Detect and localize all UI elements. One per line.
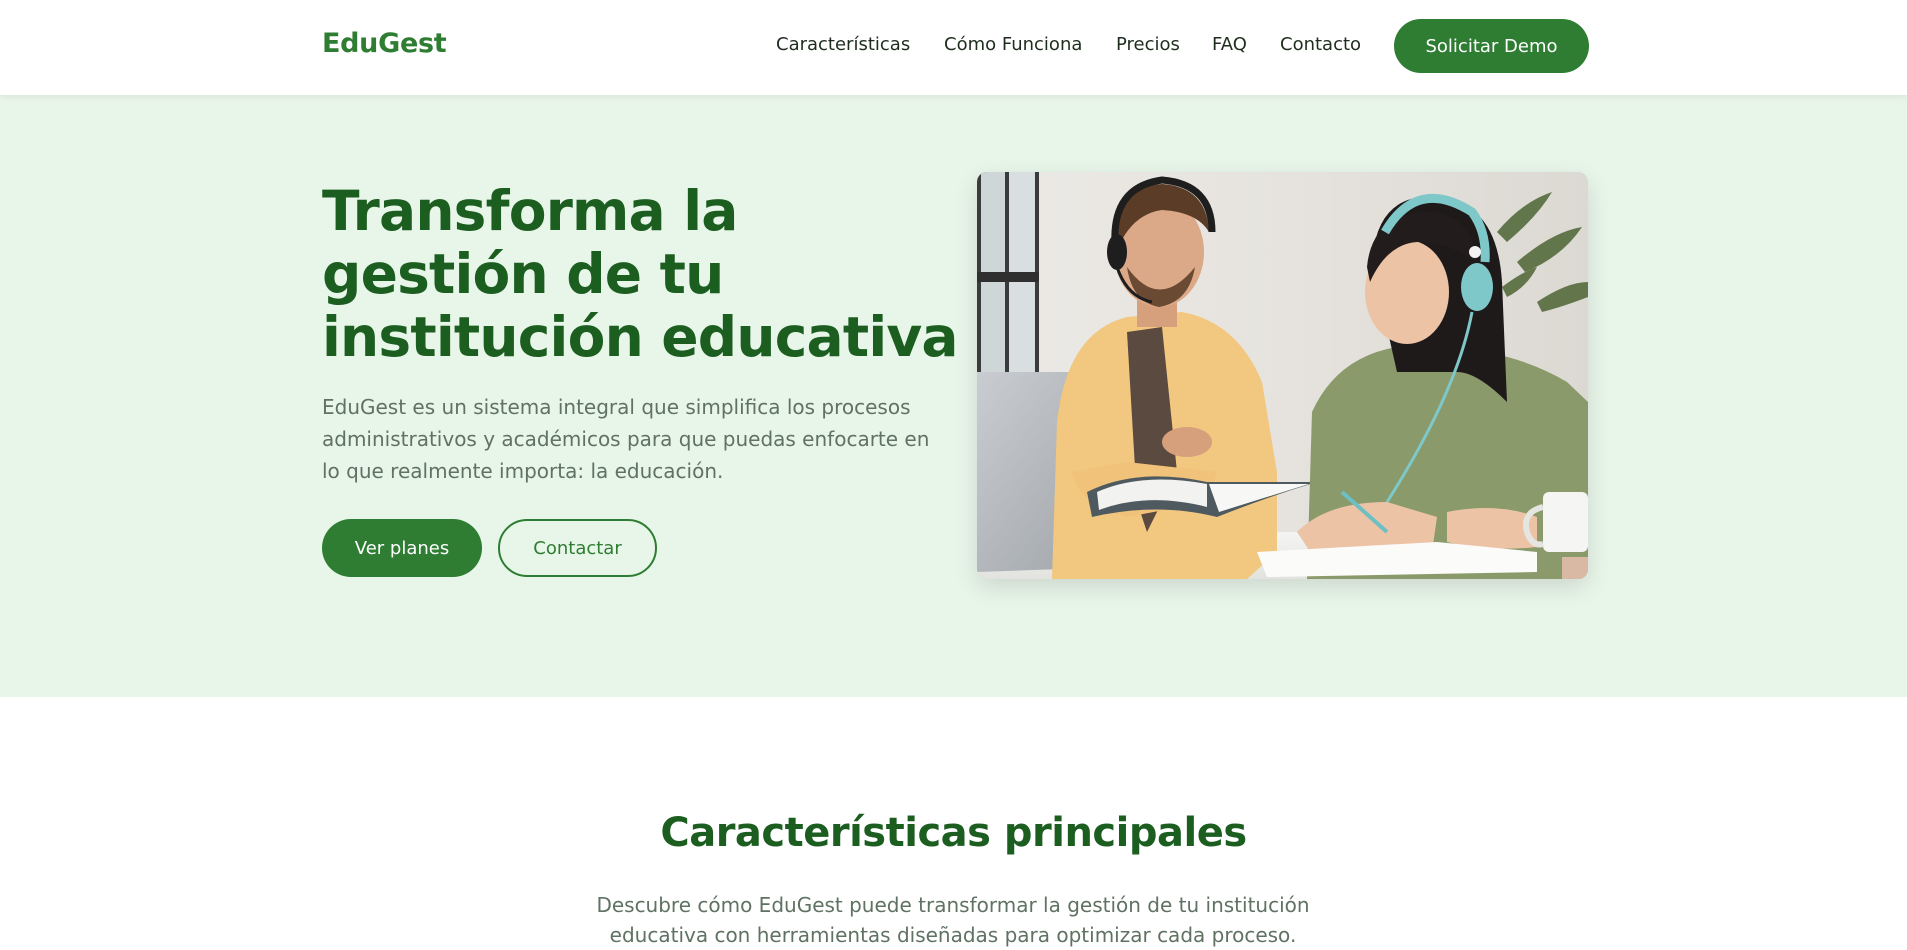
logo[interactable]: EduGest (322, 28, 447, 59)
hero-image (977, 172, 1588, 579)
nav-link-precios[interactable]: Precios (1116, 34, 1180, 55)
hero-photo-illustration (977, 172, 1588, 579)
contact-button[interactable]: Contactar (498, 519, 657, 577)
navbar: EduGest Características Cómo Funciona Pr… (0, 0, 1907, 95)
request-demo-button[interactable]: Solicitar Demo (1394, 19, 1589, 73)
hero-title: Transforma la gestión de tu institución … (322, 179, 959, 369)
nav-link-como-funciona[interactable]: Cómo Funciona (944, 34, 1082, 55)
hero-section: Transforma la gestión de tu institución … (0, 95, 1907, 697)
hero-description: EduGest es un sistema integral que simpl… (322, 395, 930, 483)
nav-link-contacto[interactable]: Contacto (1280, 34, 1361, 55)
nav-link-caracteristicas[interactable]: Características (776, 34, 910, 55)
features-description: Descubre cómo EduGest puede transformar … (596, 893, 1310, 947)
view-plans-button[interactable]: Ver planes (322, 519, 482, 577)
nav-link-faq[interactable]: FAQ (1212, 34, 1247, 55)
features-title: Características principales (660, 810, 1247, 856)
